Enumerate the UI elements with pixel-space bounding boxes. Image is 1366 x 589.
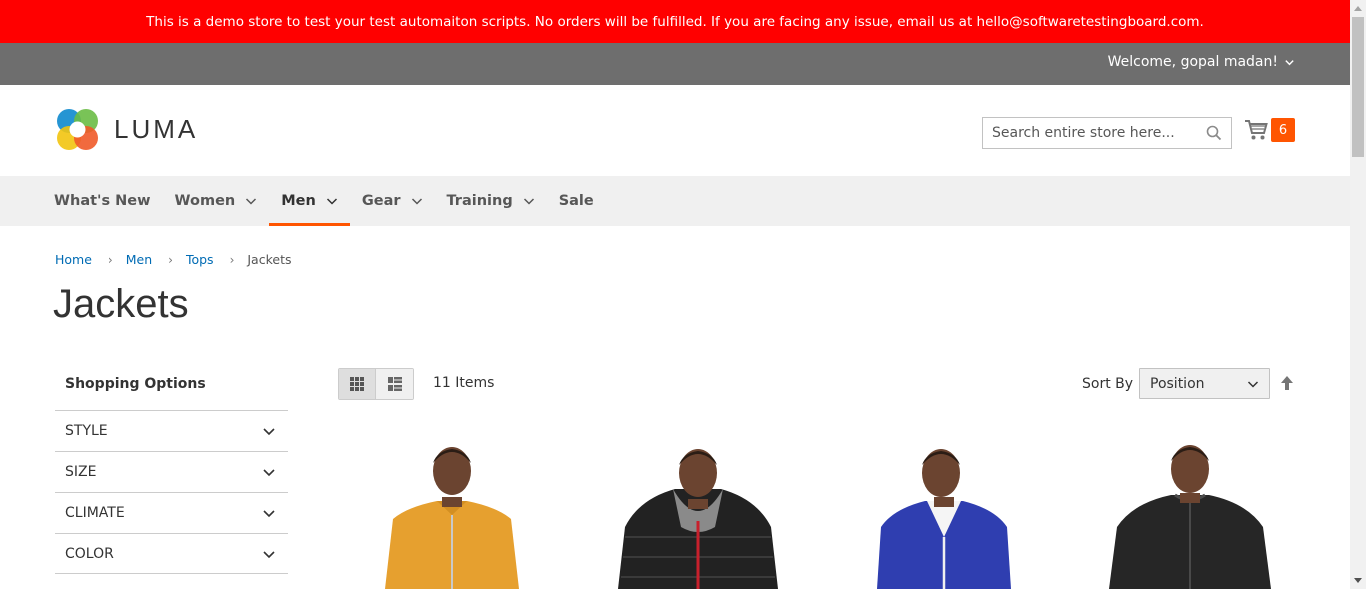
sort-direction-arrow-icon[interactable] — [1280, 375, 1294, 391]
nav-item-whats-new[interactable]: What's New — [42, 176, 163, 226]
chevron-down-icon — [523, 198, 534, 205]
nav-item-label: Sale — [558, 193, 594, 209]
nav-item-label: Women — [174, 193, 236, 209]
scroll-up-arrow-icon[interactable] — [1350, 0, 1366, 16]
breadcrumb-tops[interactable]: Tops — [186, 252, 214, 267]
nav-item-gear[interactable]: Gear — [350, 176, 435, 226]
filter-label: CLIMATE — [65, 505, 125, 521]
black-bomber-jacket-icon — [1109, 445, 1271, 589]
filter-color[interactable]: COLOR — [55, 533, 288, 574]
sort-by-select[interactable]: Position — [1139, 368, 1270, 399]
nav-item-women[interactable]: Women — [163, 176, 270, 226]
chevron-down-icon — [263, 469, 275, 477]
main-navigation: What's New Women Men Gear Training Sale — [0, 176, 1350, 226]
items-count-label: Items — [455, 375, 495, 391]
items-count-number: 11 — [433, 375, 451, 391]
breadcrumb: Home › Men › Tops › Jackets — [55, 252, 292, 267]
luma-logo-icon — [57, 109, 98, 150]
nav-item-men[interactable]: Men — [269, 176, 350, 226]
nav-item-label: Gear — [361, 193, 401, 209]
sort-by-value: Position — [1150, 375, 1205, 392]
orange-quarter-zip-jacket-icon — [385, 447, 519, 589]
page-title: Jackets — [53, 282, 189, 326]
chevron-down-icon — [246, 198, 257, 205]
sort-by-label: Sort By — [1082, 376, 1134, 392]
grid-view-button[interactable] — [339, 369, 376, 399]
chevron-down-icon — [263, 510, 275, 518]
filter-label: STYLE — [65, 423, 108, 439]
scroll-down-arrow-icon[interactable] — [1350, 573, 1366, 589]
layered-navigation: Shopping Options STYLE SIZE CLIMATE COLO… — [55, 372, 288, 574]
filter-climate[interactable]: CLIMATE — [55, 492, 288, 533]
toolbar-amount: 11 Items — [433, 375, 494, 391]
vertical-scrollbar[interactable] — [1350, 0, 1366, 589]
nav-item-label: Training — [446, 193, 513, 209]
chevron-down-icon — [411, 198, 422, 205]
demo-notice-banner: This is a demo store to test your test a… — [0, 0, 1350, 43]
product-image-black-bomber-jacket[interactable] — [1095, 437, 1285, 589]
view-mode-switcher — [338, 368, 414, 400]
scrollbar-thumb[interactable] — [1352, 17, 1364, 157]
search-icon[interactable] — [1206, 125, 1222, 141]
product-image-blue-jacket[interactable] — [849, 437, 1039, 589]
grid-icon — [350, 377, 364, 391]
customer-menu-toggle[interactable]: Welcome, gopal madan! — [1108, 54, 1295, 70]
breadcrumb-home[interactable]: Home — [55, 252, 92, 267]
breadcrumb-separator-icon: › — [229, 252, 235, 267]
demo-notice-text: This is a demo store to test your test a… — [146, 13, 1204, 30]
shopping-options-title: Shopping Options — [65, 376, 206, 392]
nav-item-label: Men — [281, 193, 316, 209]
product-image-orange-jacket[interactable] — [357, 437, 547, 589]
filter-style[interactable]: STYLE — [55, 410, 288, 451]
chevron-down-icon — [1285, 59, 1294, 65]
breadcrumb-separator-icon: › — [168, 252, 173, 267]
shopping-cart-icon — [1245, 120, 1268, 140]
black-puffer-jacket-icon — [618, 449, 778, 589]
blue-track-jacket-icon — [877, 449, 1011, 589]
list-icon — [387, 377, 402, 391]
header-panel: Welcome, gopal madan! — [0, 43, 1350, 85]
nav-item-sale[interactable]: Sale — [547, 176, 606, 226]
search-input[interactable] — [992, 125, 1206, 141]
cart-count-badge: 6 — [1271, 118, 1295, 142]
filter-label: SIZE — [65, 464, 97, 480]
header-content: LUMA 6 — [0, 85, 1350, 176]
chevron-down-icon — [1247, 380, 1259, 388]
list-view-button[interactable] — [376, 369, 413, 399]
page: This is a demo store to test your test a… — [0, 0, 1350, 589]
product-image-black-puffer-jacket[interactable] — [603, 437, 793, 589]
chevron-down-icon — [263, 428, 275, 436]
store-logo[interactable]: LUMA — [55, 107, 198, 152]
welcome-message: Welcome, gopal madan! — [1107, 54, 1278, 70]
filter-size[interactable]: SIZE — [55, 451, 288, 492]
breadcrumb-current: Jackets — [247, 252, 292, 267]
breadcrumb-men[interactable]: Men — [126, 252, 152, 267]
breadcrumb-separator-icon: › — [107, 252, 113, 267]
filter-label: COLOR — [65, 545, 114, 562]
nav-item-label: What's New — [54, 193, 151, 209]
logo-text: LUMA — [114, 114, 199, 144]
chevron-down-icon — [263, 550, 275, 558]
chevron-down-icon — [326, 198, 337, 205]
minicart-button[interactable]: 6 — [1244, 118, 1295, 142]
nav-item-training[interactable]: Training — [435, 176, 547, 226]
search-box — [982, 117, 1232, 149]
